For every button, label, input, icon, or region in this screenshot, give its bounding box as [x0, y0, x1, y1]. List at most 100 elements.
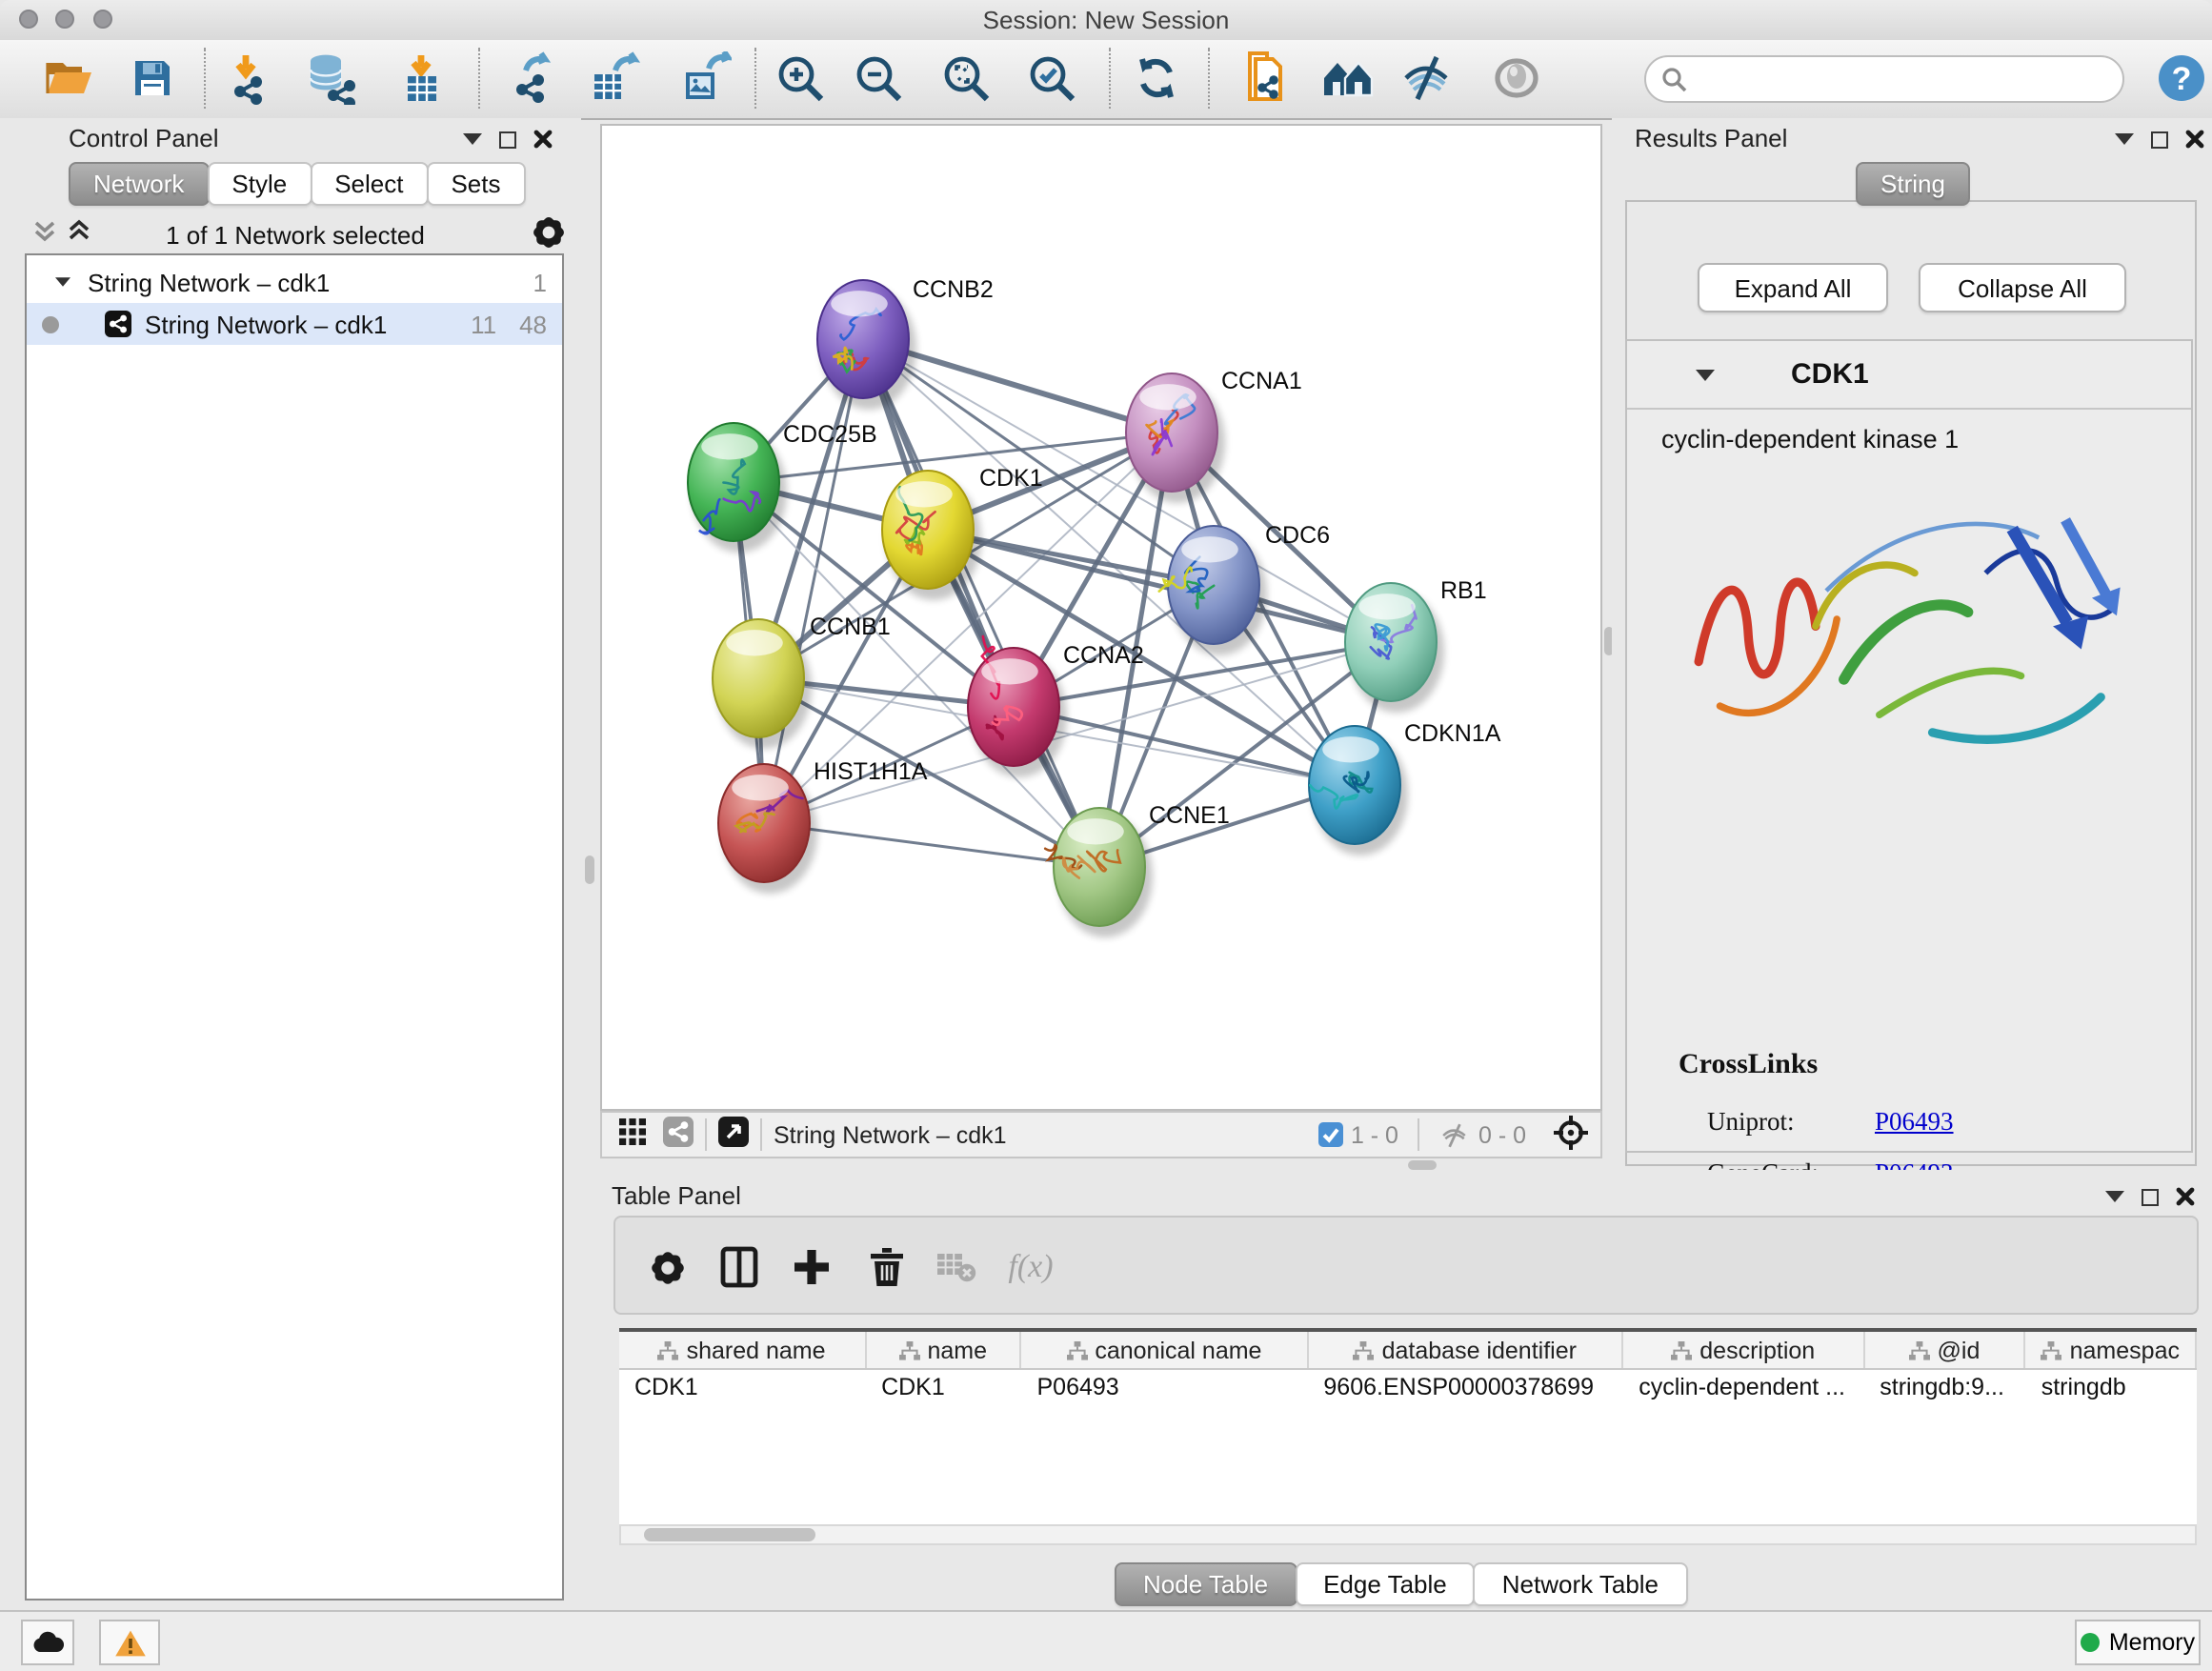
collapse-panel-icon[interactable] — [463, 133, 482, 145]
left-splitter-handle[interactable] — [585, 856, 594, 884]
column-header--id[interactable]: @id — [1864, 1332, 2025, 1368]
collapse-all-button[interactable]: Collapse All — [1919, 263, 2126, 312]
float-panel-icon[interactable] — [499, 131, 516, 148]
cloud-icon — [31, 1631, 64, 1654]
warnings-button[interactable] — [99, 1620, 160, 1665]
help-icon[interactable]: ? — [2153, 50, 2210, 107]
network-node-CCNB1[interactable] — [713, 619, 812, 749]
detach-view-icon[interactable] — [718, 1117, 749, 1153]
table-cell[interactable]: cyclin-dependent ... — [1623, 1370, 1864, 1404]
table-cell[interactable]: stringdb — [2026, 1370, 2197, 1404]
tab-sets[interactable]: Sets — [426, 162, 525, 206]
refresh-icon[interactable] — [1128, 50, 1185, 107]
table-cell[interactable]: CDK1 — [866, 1370, 1021, 1404]
import-table-file-icon[interactable] — [392, 50, 450, 107]
uniprot-link[interactable]: P06493 — [1875, 1106, 1954, 1137]
results-panel: Results Panel String Expand All Collapse… — [1612, 118, 2212, 1181]
close-panel-icon[interactable] — [2185, 130, 2204, 149]
network-node-CCNB2[interactable] — [817, 280, 916, 410]
float-panel-icon[interactable] — [2151, 131, 2168, 148]
tab-string[interactable]: String — [1856, 162, 1970, 206]
close-panel-icon[interactable] — [2176, 1187, 2195, 1206]
float-panel-icon[interactable] — [2142, 1188, 2159, 1205]
import-network-file-icon[interactable] — [221, 50, 278, 107]
table-horizontal-scrollbar[interactable] — [619, 1524, 2197, 1545]
network-view-type-icon[interactable] — [663, 1117, 694, 1153]
tab-select[interactable]: Select — [310, 162, 428, 206]
expand-all-networks-icon[interactable] — [67, 217, 91, 253]
tab-style[interactable]: Style — [207, 162, 312, 206]
hidden-count: 0 - 0 — [1478, 1121, 1526, 1148]
gene-description: cyclin-dependent kinase 1 — [1661, 425, 1959, 453]
delete-column-trash-icon[interactable] — [857, 1238, 915, 1296]
selected-checkbox-icon[interactable] — [1318, 1122, 1343, 1147]
collapse-all-networks-icon[interactable] — [32, 217, 57, 253]
network-canvas[interactable]: CCNB2CCNA1CDC25BCDK1CDC6RB1CCNB1CCNA2CDK… — [600, 124, 1602, 1111]
separator — [705, 1118, 707, 1151]
collapse-gene-icon[interactable] — [1696, 369, 1715, 380]
column-header-description[interactable]: description — [1623, 1332, 1864, 1368]
tab-network[interactable]: Network — [69, 162, 209, 206]
table-cell[interactable]: P06493 — [1022, 1370, 1309, 1404]
save-session-icon[interactable] — [124, 50, 181, 107]
scrollbar-thumb[interactable] — [644, 1528, 815, 1541]
node-label: HIST1H1A — [814, 758, 928, 785]
search-input[interactable] — [1688, 64, 2077, 94]
show-columns-icon[interactable] — [711, 1238, 768, 1296]
network-row-selected[interactable]: String Network – cdk1 11 48 — [27, 303, 562, 345]
column-header-canonical-name[interactable]: canonical name — [1021, 1332, 1308, 1368]
create-column-plus-icon[interactable] — [783, 1238, 840, 1296]
network-node-HIST1H1A[interactable] — [718, 764, 817, 894]
node-table[interactable]: shared namenamecanonical namedatabase id… — [619, 1328, 2197, 1528]
open-file-icon[interactable] — [40, 50, 97, 107]
table-toolbar: f(x) — [613, 1216, 2199, 1315]
network-node-CDKN1A[interactable] — [1309, 726, 1408, 856]
zoom-out-icon[interactable] — [850, 50, 907, 107]
table-cell[interactable]: stringdb:9... — [1864, 1370, 2025, 1404]
window-title: Session: New Session — [0, 6, 2212, 34]
expand-all-button[interactable]: Expand All — [1698, 263, 1888, 312]
memory-button[interactable]: Memory — [2075, 1620, 2201, 1665]
control-panel: Control Panel Network Style Select Sets … — [0, 118, 581, 1610]
export-image-icon[interactable] — [676, 50, 734, 107]
tree-expand-icon[interactable] — [55, 277, 70, 287]
first-neighbors-icon[interactable] — [1238, 50, 1296, 107]
export-table-icon[interactable] — [585, 50, 642, 107]
table-cell[interactable]: 9606.ENSP00000378699 — [1308, 1370, 1623, 1404]
network-graph[interactable]: CCNB2CCNA1CDC25BCDK1CDC6RB1CCNB1CCNA2CDK… — [602, 126, 1600, 1109]
network-node-CCNA2[interactable] — [968, 636, 1067, 777]
tab-node-table[interactable]: Node Table — [1115, 1562, 1297, 1606]
node-label: CDC6 — [1265, 522, 1330, 549]
zoom-selected-icon[interactable] — [1023, 50, 1080, 107]
home-icon[interactable] — [1320, 50, 1377, 107]
network-node-RB1[interactable] — [1345, 583, 1444, 713]
birds-eye-crosshair-icon[interactable] — [1553, 1114, 1589, 1156]
hide-selected-eye-slash-icon[interactable] — [1398, 50, 1456, 107]
network-node-CDC6[interactable] — [1159, 526, 1267, 655]
node-label: CDKN1A — [1404, 720, 1501, 747]
export-network-icon[interactable] — [505, 50, 562, 107]
column-header-namespac[interactable]: namespac — [2026, 1332, 2197, 1368]
zoom-fit-icon[interactable] — [937, 50, 995, 107]
table-options-gear-icon[interactable] — [638, 1238, 695, 1296]
import-network-database-icon[interactable] — [303, 50, 360, 107]
column-header-name[interactable]: name — [866, 1332, 1021, 1368]
table-row[interactable]: CDK1CDK1P064939606.ENSP00000378699cyclin… — [619, 1370, 2197, 1404]
column-header-database-identifier[interactable]: database identifier — [1308, 1332, 1623, 1368]
grid-view-icon[interactable] — [617, 1117, 648, 1153]
tab-network-table[interactable]: Network Table — [1474, 1562, 1687, 1606]
bottom-splitter-handle[interactable] — [1408, 1160, 1437, 1170]
zoom-in-icon[interactable] — [772, 50, 829, 107]
toolbar-search[interactable] — [1644, 55, 2124, 103]
collapse-panel-icon[interactable] — [2115, 133, 2134, 145]
network-node-CDK1[interactable] — [882, 471, 981, 600]
close-panel-icon[interactable] — [533, 130, 553, 149]
control-panel-tabs: Network Style Select Sets — [70, 162, 526, 206]
cloud-button[interactable] — [21, 1620, 74, 1665]
column-header-shared-name[interactable]: shared name — [619, 1332, 866, 1368]
network-collection-row[interactable]: String Network – cdk1 1 — [27, 261, 562, 303]
table-cell[interactable]: CDK1 — [619, 1370, 866, 1404]
show-graphics-details-eye-icon[interactable] — [1488, 50, 1545, 107]
collapse-panel-icon[interactable] — [2105, 1191, 2124, 1202]
tab-edge-table[interactable]: Edge Table — [1295, 1562, 1476, 1606]
